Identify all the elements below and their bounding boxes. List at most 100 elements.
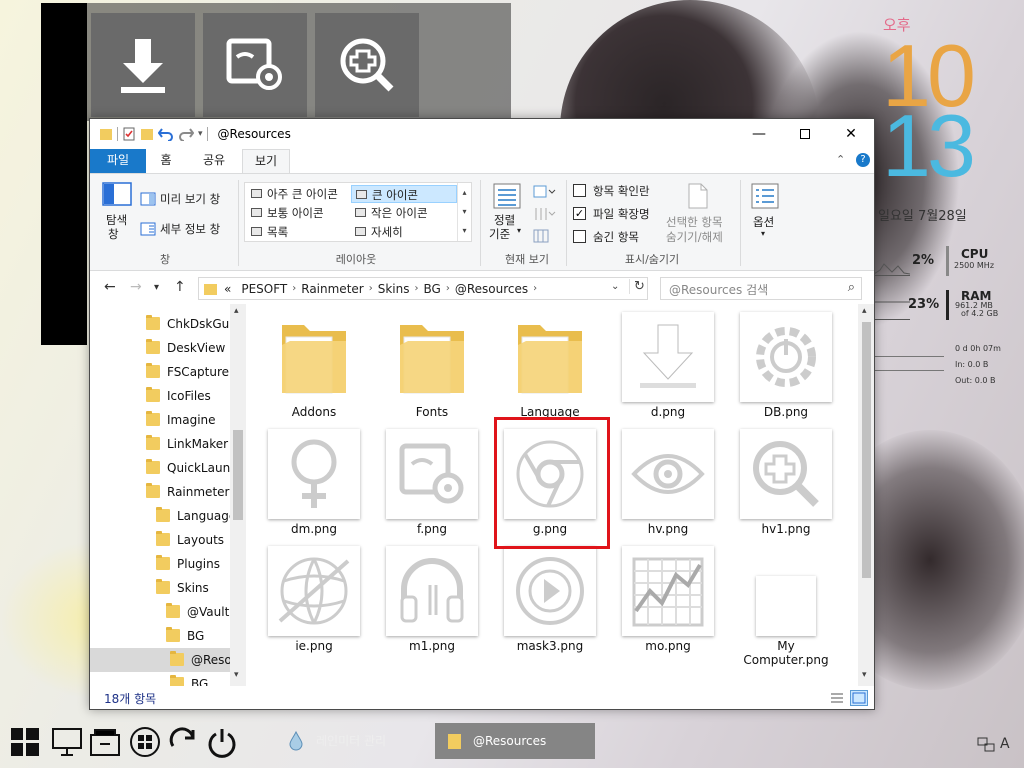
nav-tree-item[interactable]: Layouts [90, 528, 230, 552]
file-item[interactable]: DB.png [730, 312, 842, 419]
breadcrumb-resources[interactable]: @Resources [455, 282, 528, 296]
network-icon[interactable] [976, 736, 996, 754]
file-item[interactable]: d.png [612, 312, 724, 419]
qat-dropdown-icon[interactable]: ▾ [198, 129, 203, 139]
file-item[interactable]: f.png [376, 429, 488, 536]
tab-view[interactable]: 보기 [242, 149, 290, 173]
large-icons-view-button[interactable] [850, 690, 868, 706]
minimize-button[interactable]: — [736, 119, 782, 149]
file-drawer-button[interactable] [88, 725, 122, 759]
file-item[interactable]: My Computer.png [730, 546, 842, 667]
file-item[interactable]: hv.png [612, 429, 724, 536]
options-button[interactable]: 옵션 ▾ [746, 182, 784, 248]
navigation-scrollbar[interactable]: ▴ ▾ [230, 304, 246, 686]
file-item[interactable]: mo.png [612, 546, 724, 653]
file-item[interactable]: ie.png [258, 546, 370, 653]
nav-tree-item[interactable]: Skins [90, 576, 230, 600]
tab-share[interactable]: 공유 [190, 149, 238, 173]
redo-icon[interactable] [178, 127, 194, 141]
breadcrumb-overflow[interactable]: « [224, 282, 231, 296]
tab-home[interactable]: 홈 [148, 149, 184, 173]
nav-tree-item[interactable]: Rainmeter [90, 480, 230, 504]
nav-tree-item[interactable]: @Resources [90, 648, 230, 672]
nav-tree-item[interactable]: @Vault [90, 600, 230, 624]
up-button[interactable]: ↑ [174, 279, 186, 295]
nav-tree-item[interactable]: Languages [90, 504, 230, 528]
add-columns-icon[interactable] [532, 206, 556, 222]
nav-tree-item[interactable]: BG [90, 624, 230, 648]
details-view-button[interactable] [828, 690, 846, 706]
nav-tree-item[interactable]: FSCapture [90, 360, 230, 384]
scroll-down-arrow[interactable]: ▾ [234, 670, 239, 680]
address-bar[interactable]: « PESOFT › Rainmeter › Skins › BG › @Resourc… [198, 277, 648, 300]
nav-tree-item[interactable]: QuickLaunch [90, 456, 230, 480]
layout-list[interactable]: 목록 [247, 223, 351, 241]
input-method-icon[interactable]: A [1000, 736, 1010, 752]
monitor-button[interactable] [50, 725, 84, 759]
nav-tree-item[interactable]: BG [90, 672, 230, 686]
details-pane-button[interactable]: 세부 정보 창 [140, 220, 232, 238]
new-folder-icon[interactable] [140, 127, 154, 141]
group-by-icon[interactable] [532, 184, 556, 200]
maximize-button[interactable] [782, 119, 828, 149]
scroll-thumb[interactable] [862, 322, 871, 578]
help-icon[interactable]: ? [856, 153, 870, 167]
file-item[interactable]: dm.png [258, 429, 370, 536]
windows-logo-button[interactable] [128, 725, 162, 759]
file-list-scrollbar[interactable]: ▴ ▾ [858, 304, 874, 686]
breadcrumb-rainmeter[interactable]: Rainmeter [301, 282, 363, 296]
taskbar-item-rainmeter-manage[interactable]: 레인미터 관리 [278, 723, 428, 759]
scroll-down-arrow[interactable]: ▾ [862, 670, 867, 680]
file-item[interactable]: mask3.png [494, 546, 606, 653]
start-button[interactable] [8, 725, 42, 759]
size-columns-icon[interactable] [532, 228, 550, 244]
taskbar-item-resources[interactable]: @Resources [435, 723, 595, 759]
search-input[interactable]: @Resources 검색 [669, 283, 768, 297]
nav-tree-item[interactable]: Imagine [90, 408, 230, 432]
folder-item[interactable]: Addons [258, 312, 370, 419]
power-button[interactable] [205, 725, 239, 759]
hide-selected-button[interactable]: 선택한 항목 숨기기/해제 [664, 182, 732, 248]
scroll-up-arrow[interactable]: ▴ [234, 306, 239, 316]
nav-tree-item[interactable]: Plugins [90, 552, 230, 576]
scroll-up-arrow[interactable]: ▴ [862, 306, 867, 316]
back-button[interactable]: ← [104, 279, 116, 295]
hidden-items-toggle[interactable]: 숨긴 항목 [572, 228, 662, 246]
title-bar[interactable]: ▾ @Resources — ✕ [90, 119, 874, 149]
launcher-download-button[interactable] [91, 13, 195, 117]
nav-tree-item[interactable]: DeskView [90, 336, 230, 360]
properties-icon[interactable] [122, 127, 136, 141]
launcher-image-button[interactable] [203, 13, 307, 117]
nav-tree-item[interactable]: IcoFiles [90, 384, 230, 408]
breadcrumb-pesoft[interactable]: PESOFT [241, 282, 287, 296]
ribbon-collapse-icon[interactable]: ⌃ [836, 153, 845, 166]
file-extensions-toggle[interactable]: ✓ 파일 확장명 [572, 205, 662, 223]
recent-locations-button[interactable]: ▾ [154, 282, 159, 293]
layout-extra-large-icons[interactable]: 아주 큰 아이콘 [247, 185, 351, 203]
scroll-thumb[interactable] [233, 430, 243, 520]
preview-pane-button[interactable]: 미리 보기 창 [140, 190, 232, 208]
sort-by-button[interactable]: 정렬 기준 ▾ [488, 182, 528, 248]
nav-tree-item[interactable]: ChkDskGui [90, 312, 230, 336]
layout-medium-icons[interactable]: 보통 아이콘 [247, 204, 351, 222]
refresh-icon[interactable]: ↻ [629, 279, 645, 294]
forward-button[interactable]: → [130, 279, 142, 295]
launcher-zoom-button[interactable] [315, 13, 419, 117]
nav-tree-item[interactable]: LinkMaker [90, 432, 230, 456]
address-dropdown-icon[interactable]: ⌄ [611, 281, 619, 292]
breadcrumb-skins[interactable]: Skins [378, 282, 410, 296]
item-checkboxes-toggle[interactable]: 항목 확인란 [572, 182, 662, 200]
folder-item[interactable]: Fonts [376, 312, 488, 419]
breadcrumb-bg[interactable]: BG [423, 282, 440, 296]
folder-item[interactable]: Language [494, 312, 606, 419]
tab-file[interactable]: 파일 [90, 149, 146, 173]
search-box[interactable]: @Resources 검색 ⌕ [660, 277, 862, 300]
file-item[interactable]: m1.png [376, 546, 488, 653]
refresh-button[interactable] [166, 725, 200, 759]
file-item[interactable]: hv1.png [730, 429, 842, 536]
layout-gallery-scroll[interactable]: ▴ ▾ ▾ [457, 183, 471, 241]
layout-small-icons[interactable]: 작은 아이콘 [351, 204, 457, 222]
layout-details[interactable]: 자세히 [351, 223, 457, 241]
nav-pane-button[interactable]: 탐색 창 [100, 182, 136, 248]
close-button[interactable]: ✕ [828, 119, 874, 149]
